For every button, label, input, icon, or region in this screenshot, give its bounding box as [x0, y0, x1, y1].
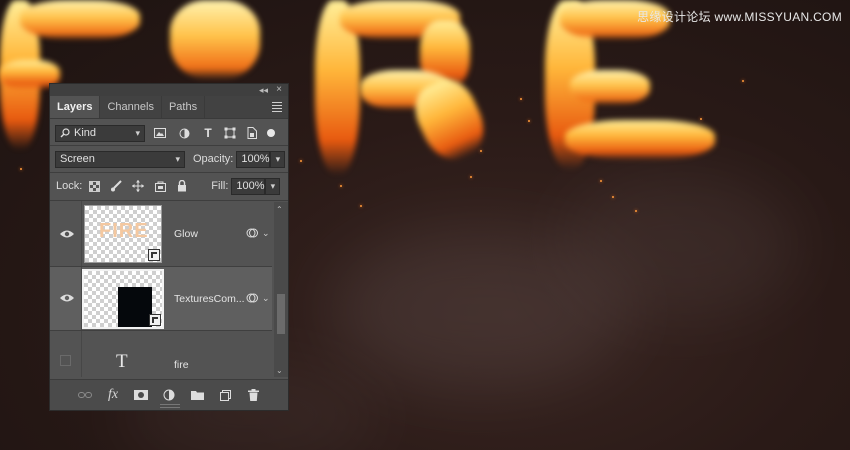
spark [470, 176, 472, 178]
layer-row-texturescom[interactable]: TexturesCom... ⌄ [50, 267, 272, 331]
blend-mode-dropdown[interactable]: Screen ▾ [55, 150, 185, 168]
text-layer-icon[interactable]: T [116, 351, 128, 373]
panel-titlebar[interactable]: ◂◂ × [50, 84, 288, 96]
lock-artboard-icon[interactable] [151, 177, 169, 195]
chevron-down-icon: ▾ [135, 127, 140, 138]
spark [520, 98, 522, 100]
panel-tabs: Layers Channels Paths [50, 96, 288, 119]
watermark-text: 思缘设计论坛 www.MISSYUAN.COM [637, 10, 842, 24]
spark [340, 185, 342, 187]
lock-label: Lock: [56, 180, 83, 192]
link-layers-icon[interactable] [75, 385, 95, 405]
fire-letter-stroke [570, 70, 650, 105]
filter-toggle-icon[interactable] [267, 129, 275, 137]
scroll-up-icon[interactable]: ⌃ [276, 205, 283, 214]
layer-thumbnail[interactable]: FIRE [84, 205, 162, 263]
opacity-input[interactable]: 100% [236, 150, 271, 168]
layers-panel-footer: fx [50, 379, 288, 410]
visibility-toggle-empty[interactable] [60, 355, 71, 366]
visibility-eye-icon[interactable] [59, 293, 75, 303]
fire-letter-stroke [565, 120, 715, 160]
blend-row: Screen ▾ Opacity: 100% ▾ [50, 147, 288, 171]
close-panel-icon[interactable]: × [276, 84, 282, 96]
collapse-panel-icon[interactable]: ◂◂ [259, 84, 268, 96]
layer-name[interactable]: TexturesCom... [174, 293, 245, 305]
new-layer-icon[interactable] [215, 385, 235, 405]
scrollbar-thumb[interactable] [277, 294, 285, 334]
layers-panel: ◂◂ × Layers Channels Paths Kind ▾ T Scre… [49, 83, 289, 411]
blend-mode-value: Screen [60, 153, 95, 165]
lock-image-pixels-icon[interactable] [107, 177, 125, 195]
layer-thumbnail[interactable] [82, 269, 164, 329]
spark [700, 118, 702, 120]
layer-row-glow[interactable]: FIRE Glow ⌄ [50, 201, 272, 267]
spark [480, 150, 482, 152]
panel-resize-grip[interactable] [160, 404, 180, 408]
layer-name[interactable]: Glow [174, 228, 198, 240]
fill-label: Fill: [211, 180, 229, 192]
chevron-down-icon[interactable]: ⌄ [262, 293, 270, 304]
layer-effects-icon[interactable] [246, 227, 258, 239]
spark [360, 205, 362, 207]
filter-kind-value: Kind [74, 127, 97, 139]
spark [742, 80, 744, 82]
chevron-down-icon: ▾ [175, 153, 180, 164]
delete-layer-icon[interactable] [243, 385, 263, 405]
layer-effects-icon[interactable] [246, 292, 258, 304]
thumbnail-text: FIRE [99, 220, 149, 242]
fill-input[interactable]: 100% [231, 177, 266, 195]
panel-menu-icon[interactable] [272, 102, 282, 114]
new-adjustment-layer-icon[interactable] [159, 385, 179, 405]
opacity-slider-toggle[interactable]: ▾ [270, 150, 286, 168]
spark [612, 196, 614, 198]
filter-adjustment-layers-icon[interactable] [175, 124, 193, 142]
spark [635, 210, 637, 212]
spark [600, 180, 602, 182]
lock-row: Lock: Fill: 100% ▾ [50, 174, 288, 198]
layer-filter-row: Kind ▾ T [50, 121, 288, 145]
filter-type-layers-icon[interactable]: T [199, 124, 217, 142]
filter-pixel-layers-icon[interactable] [151, 124, 169, 142]
visibility-eye-icon[interactable] [59, 229, 75, 239]
new-group-icon[interactable] [187, 385, 207, 405]
layer-row-fire[interactable]: T fire [50, 331, 272, 377]
smart-object-badge-icon [148, 249, 160, 261]
fire-letter-stroke [20, 0, 140, 40]
chevron-down-icon[interactable]: ⌄ [262, 228, 270, 239]
lock-position-icon[interactable] [129, 177, 147, 195]
smoke-cloud [560, 170, 800, 320]
filter-kind-dropdown[interactable]: Kind ▾ [55, 124, 145, 142]
add-mask-icon[interactable] [131, 385, 151, 405]
add-layer-style-icon[interactable]: fx [103, 385, 123, 405]
tab-layers[interactable]: Layers [50, 96, 101, 118]
fire-letter-stroke [170, 0, 260, 80]
spark [528, 120, 530, 122]
layers-scrollbar[interactable]: ⌃ ⌄ [274, 202, 288, 377]
tab-channels[interactable]: Channels [100, 96, 162, 118]
texture-preview [118, 287, 152, 327]
opacity-label: Opacity: [193, 153, 234, 165]
spark [20, 168, 22, 170]
smart-object-badge-icon [149, 314, 161, 326]
lock-transparent-pixels-icon[interactable] [85, 177, 103, 195]
tab-paths[interactable]: Paths [162, 96, 206, 118]
spark [300, 160, 302, 162]
scroll-down-icon[interactable]: ⌄ [276, 366, 283, 375]
fill-slider-toggle[interactable]: ▾ [265, 177, 281, 195]
filter-shape-layers-icon[interactable] [221, 124, 239, 142]
lock-all-icon[interactable] [173, 177, 191, 195]
filter-smart-objects-icon[interactable] [243, 124, 261, 142]
layer-name[interactable]: fire [174, 359, 189, 371]
search-icon [60, 128, 70, 138]
